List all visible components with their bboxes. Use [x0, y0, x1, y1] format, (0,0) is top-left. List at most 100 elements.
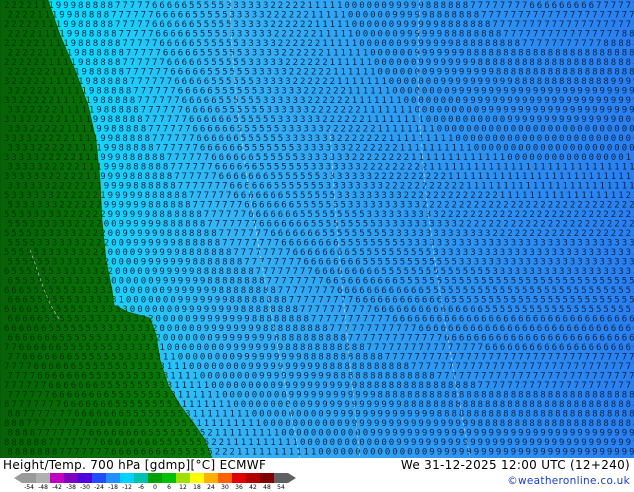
contour-digit: 7 — [126, 11, 131, 21]
contour-digit: 5 — [100, 362, 105, 372]
contour-digit: 9 — [429, 448, 434, 458]
contour-digit: 5 — [193, 30, 198, 40]
contour-digit: 2 — [289, 49, 294, 59]
contour-digit: 5 — [122, 362, 127, 372]
contour-digit: 0 — [581, 134, 586, 144]
contour-digit: 0 — [133, 258, 138, 268]
contour-digit: 7 — [614, 372, 619, 382]
contour-digit: 0 — [374, 58, 379, 68]
contour-digit: 7 — [415, 353, 420, 363]
contour-digit: 5 — [52, 296, 57, 306]
contour-digit: 7 — [407, 353, 412, 363]
contour-digit: 2 — [344, 115, 349, 125]
contour-digit: 0 — [196, 362, 201, 372]
contour-digit: 3 — [296, 144, 301, 154]
contour-digit: 8 — [385, 372, 390, 382]
contour-digit: 1 — [74, 144, 79, 154]
contour-digit: 8 — [540, 410, 545, 420]
contour-digit: 2 — [611, 229, 616, 239]
contour-digit: 1 — [311, 448, 316, 458]
contour-digit: 8 — [607, 49, 612, 59]
contour-digit: 3 — [85, 286, 90, 296]
contour-digit: 1 — [285, 438, 290, 448]
contour-digit: 8 — [226, 267, 231, 277]
contour-digit: 8 — [485, 400, 490, 410]
contour-digit: 1 — [596, 172, 601, 182]
contour-digit: 3 — [174, 400, 179, 410]
contour-digit: 5 — [570, 296, 575, 306]
contour-digit: 8 — [115, 115, 120, 125]
contour-digit: 3 — [52, 258, 57, 268]
contour-digit: 6 — [119, 429, 124, 439]
contour-digit: 6 — [82, 410, 87, 420]
contour-digit: 7 — [411, 362, 416, 372]
contour-digit: 8 — [219, 248, 224, 258]
contour-digit: 9 — [614, 106, 619, 116]
contour-digit: 6 — [581, 1, 586, 11]
contour-digit: 5 — [48, 305, 53, 315]
credit-link[interactable]: ©weatheronline.co.uk — [507, 475, 630, 487]
contour-digit: 8 — [352, 343, 357, 353]
contour-digit: 9 — [278, 381, 283, 391]
contour-digit: 6 — [237, 182, 242, 192]
contour-digit: 0 — [522, 153, 527, 163]
contour-digit: 8 — [93, 58, 98, 68]
contour-digit: 3 — [489, 258, 494, 268]
contour-digit: 9 — [326, 410, 331, 420]
contour-digit: 7 — [163, 144, 168, 154]
contour-digit: 7 — [526, 11, 531, 21]
contour-digit: 5 — [518, 277, 523, 287]
contour-digit: 2 — [626, 191, 631, 201]
contour-digit: 1 — [503, 182, 508, 192]
contour-digit: 8 — [574, 58, 579, 68]
contour-digit: 1 — [341, 30, 346, 40]
contour-digit: 8 — [152, 153, 157, 163]
contour-digit: 9 — [455, 58, 460, 68]
contour-digit: 1 — [307, 1, 312, 11]
contour-digit: 1 — [219, 419, 224, 429]
contour-digit: 8 — [581, 77, 586, 87]
contour-digit: 3 — [289, 87, 294, 97]
contour-digit: 5 — [533, 277, 538, 287]
contour-digit: 1 — [367, 58, 372, 68]
contour-digit: 1 — [322, 39, 327, 49]
contour-digit: 8 — [159, 172, 164, 182]
contour-digit: 7 — [230, 239, 235, 249]
contour-digit: 7 — [178, 144, 183, 154]
contour-digit: 0 — [281, 391, 286, 401]
contour-digit: 7 — [193, 163, 198, 173]
contour-digit: 0 — [566, 134, 571, 144]
contour-digit: 9 — [222, 334, 227, 344]
contour-digit: 8 — [596, 77, 601, 87]
contour-digit: 9 — [93, 115, 98, 125]
contour-digit: 3 — [452, 220, 457, 230]
contour-digit: 2 — [307, 20, 312, 30]
contour-digit: 8 — [496, 30, 501, 40]
contour-digit: 9 — [429, 68, 434, 78]
contour-digit: 7 — [437, 353, 442, 363]
contour-digit: 5 — [526, 277, 531, 287]
contour-digit: 9 — [411, 39, 416, 49]
contour-digit: 0 — [200, 353, 205, 363]
contour-digit: 9 — [348, 391, 353, 401]
contour-digit: 8 — [496, 410, 501, 420]
contour-digit: 5 — [174, 438, 179, 448]
contour-digit: 6 — [119, 448, 124, 458]
contour-digit: 9 — [396, 400, 401, 410]
contour-digit: 9 — [230, 315, 235, 325]
contour-digit: 7 — [133, 68, 138, 78]
contour-digit: 8 — [85, 39, 90, 49]
contour-digit: 6 — [45, 334, 50, 344]
contour-digit: 6 — [614, 315, 619, 325]
contour-digit: 6 — [330, 267, 335, 277]
contour-digit: 0 — [463, 115, 468, 125]
contour-digit: 6 — [252, 182, 257, 192]
contour-digit: 8 — [267, 315, 272, 325]
contour-digit: 5 — [448, 286, 453, 296]
contour-digit: 1 — [478, 172, 483, 182]
contour-digit: 7 — [596, 362, 601, 372]
contour-digit: 0 — [503, 125, 508, 135]
colorbar-labels: -54 -48 -42 -38 -30 -24 -18 -12 -6 0 6 12 18 24 30 36 42… — [0, 484, 310, 492]
contour-digit: 5 — [252, 125, 257, 135]
contour-digit: 8 — [182, 210, 187, 220]
